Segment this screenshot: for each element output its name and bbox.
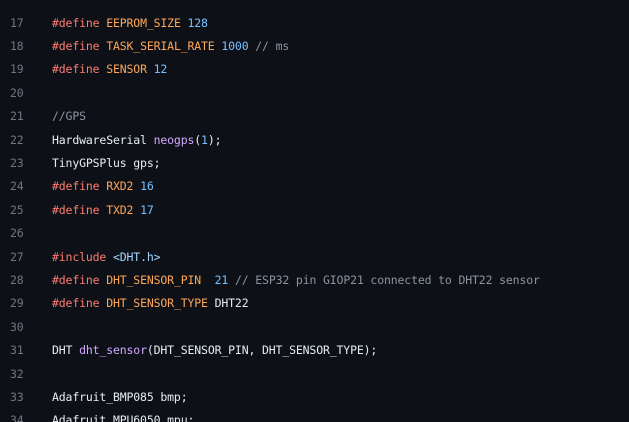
- code-token: // ESP32 pin GIOP21 connected to DHT22 s…: [234, 272, 540, 287]
- line-code: #define DHT_SENSOR_PIN 21 // ESP32 pin G…: [40, 273, 540, 287]
- code-token: RXD2: [106, 179, 134, 194]
- line-number: 21: [10, 109, 24, 124]
- code-token: DHT_SENSOR_PIN: [106, 272, 202, 287]
- code-line[interactable]: 17 #define EEPROM_SIZE 128: [0, 11, 629, 34]
- code-token: TASK_SERIAL_RATE: [106, 39, 215, 54]
- code-line[interactable]: 24 #define RXD2 16: [0, 175, 629, 198]
- code-token: Adafruit_BMP085 bmp;: [52, 389, 188, 404]
- code-token: Adafruit_MPU6050 mpu;: [52, 413, 195, 422]
- line-code: #define RXD2 16: [40, 179, 154, 193]
- code-token: // ms: [255, 39, 290, 54]
- code-token: SENSOR: [106, 62, 147, 77]
- code-line[interactable]: 19 #define SENSOR 12: [0, 58, 629, 81]
- code-line[interactable]: 32: [0, 362, 629, 385]
- line-number: 18: [10, 39, 24, 54]
- line-number: 27: [10, 249, 24, 264]
- code-token: <DHT.h>: [112, 249, 161, 264]
- line-number: 31: [10, 343, 24, 358]
- line-number: 25: [10, 202, 24, 217]
- code-token: #define: [52, 179, 100, 194]
- code-token: HardwareSerial: [52, 132, 154, 147]
- line-code: #define DHT_SENSOR_TYPE DHT22: [40, 296, 249, 311]
- line-code: DHT dht_sensor(DHT_SENSOR_PIN, DHT_SENSO…: [40, 343, 377, 357]
- line-code: HardwareSerial neogps(1);: [40, 132, 222, 147]
- code-token: 1: [201, 132, 208, 147]
- code-lines: 17 #define EEPROM_SIZE 128 18 #define TASK_…: [0, 11, 629, 422]
- code-line[interactable]: 34 Adafruit_MPU6050 mpu;: [0, 409, 629, 422]
- line-code: #define TXD2 17: [40, 203, 154, 217]
- line-code: Adafruit_MPU6050 mpu;: [40, 413, 194, 422]
- code-line[interactable]: 30: [0, 315, 629, 338]
- code-line[interactable]: 33 Adafruit_BMP085 bmp;: [0, 385, 629, 408]
- code-line[interactable]: 20: [0, 81, 629, 104]
- code-line[interactable]: 21 //GPS: [0, 105, 629, 128]
- code-line[interactable]: 25 #define TXD2 17: [0, 198, 629, 221]
- line-code: //GPS: [40, 109, 86, 123]
- line-number: 22: [10, 132, 24, 147]
- line-number: 29: [10, 296, 24, 311]
- code-line[interactable]: 31 DHT dht_sensor(DHT_SENSOR_PIN, DHT_SEN…: [0, 338, 629, 361]
- code-token: 12: [153, 62, 168, 77]
- code-token: TinyGPSPlus gps;: [52, 156, 161, 171]
- code-token: #define: [52, 39, 100, 54]
- code-line[interactable]: 26: [0, 222, 629, 245]
- line-number: 28: [10, 272, 24, 287]
- code-token: 16: [140, 179, 154, 194]
- line-code: #define SENSOR 12: [40, 62, 167, 76]
- line-number: 33: [10, 389, 24, 404]
- line-number: 20: [10, 85, 24, 100]
- line-number: 24: [10, 179, 24, 194]
- code-token: DHT_SENSOR_TYPE: [106, 296, 208, 311]
- code-token: dht_sensor: [79, 343, 147, 358]
- code-token: TXD2: [106, 202, 134, 217]
- code-token: #define: [52, 202, 100, 217]
- line-number: 30: [10, 319, 24, 334]
- line-code: Adafruit_BMP085 bmp;: [40, 389, 188, 404]
- line-number: 19: [10, 62, 24, 77]
- line-code: #define TASK_SERIAL_RATE 1000 // ms: [40, 39, 289, 53]
- code-token: DHT: [52, 343, 80, 358]
- code-line[interactable]: 23 TinyGPSPlus gps;: [0, 151, 629, 174]
- code-token: 1000: [221, 39, 249, 54]
- code-token: #define: [52, 62, 100, 77]
- code-token: #include: [52, 249, 107, 264]
- line-code: #define EEPROM_SIZE 128: [40, 16, 208, 30]
- code-line[interactable]: 18 #define TASK_SERIAL_RATE 1000 // ms: [0, 34, 629, 57]
- code-editor[interactable]: 17 #define EEPROM_SIZE 128 18 #define TASK_…: [0, 0, 629, 422]
- line-number: 34: [10, 413, 24, 422]
- code-token: );: [207, 132, 222, 147]
- code-token: #define: [52, 272, 100, 287]
- code-token: neogps: [153, 132, 195, 147]
- code-token: #define: [52, 15, 100, 30]
- code-token: DHT22: [214, 296, 249, 311]
- code-token: 17: [140, 202, 154, 217]
- code-token: (DHT_SENSOR_PIN, DHT_SENSOR_TYPE);: [146, 343, 378, 358]
- code-line[interactable]: 27 #include <DHT.h>: [0, 245, 629, 268]
- line-number: 32: [10, 366, 24, 381]
- code-line[interactable]: 28 #define DHT_SENSOR_PIN 21 // ESP32 pin…: [0, 268, 629, 291]
- code-token: EEPROM_SIZE: [106, 15, 181, 30]
- code-token: 128: [187, 15, 208, 30]
- code-line[interactable]: 29 #define DHT_SENSOR_TYPE DHT22: [0, 292, 629, 315]
- line-number: 23: [10, 156, 24, 171]
- line-code: #include <DHT.h>: [40, 249, 161, 264]
- code-token: 21: [214, 272, 229, 287]
- line-number: 26: [10, 226, 24, 241]
- code-token: //GPS: [52, 109, 86, 124]
- code-line[interactable]: 22 HardwareSerial neogps(1);: [0, 128, 629, 151]
- line-code: TinyGPSPlus gps;: [40, 156, 161, 171]
- code-token: #define: [52, 296, 100, 311]
- line-number: 17: [10, 15, 24, 30]
